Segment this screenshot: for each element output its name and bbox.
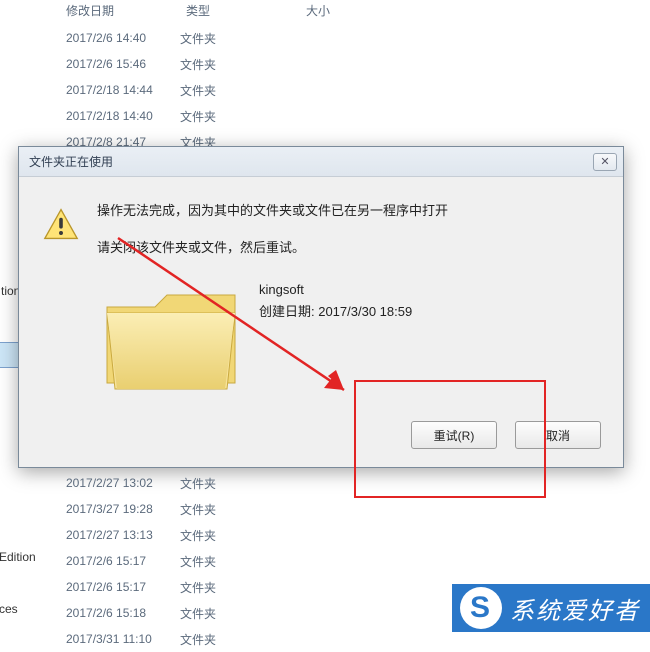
col-size-header[interactable]: 大小 xyxy=(300,0,400,21)
retry-button[interactable]: 重试(R) xyxy=(411,421,497,449)
cancel-button[interactable]: 取消 xyxy=(515,421,601,449)
table-row[interactable]: 2017/2/6 14:40 文件夹 xyxy=(0,25,650,51)
col-type-header[interactable]: 类型 xyxy=(180,0,300,21)
cell-type: 文件夹 xyxy=(180,631,300,648)
cell-type: 文件夹 xyxy=(180,30,300,47)
dialog-folder-meta: kingsoft 创建日期: 2017/3/30 18:59 xyxy=(259,277,412,401)
file-list: 修改日期 类型 大小 2017/2/6 14:40 文件夹 2017/2/6 1… xyxy=(0,0,650,155)
cell-type: 文件夹 xyxy=(180,82,300,99)
table-row[interactable]: 2017/2/6 15:17 文件夹 xyxy=(0,574,300,600)
sidebar-item[interactable]: ces xyxy=(0,598,38,624)
dialog-titlebar[interactable]: 文件夹正在使用 ✕ xyxy=(19,147,623,177)
dialog-message-line1: 操作无法完成，因为其中的文件夹或文件已在另一程序中打开 xyxy=(97,201,603,222)
close-button[interactable]: ✕ xyxy=(593,153,617,171)
file-list-lower: 2017/2/27 13:02 文件夹 2017/3/27 19:28 文件夹 … xyxy=(0,470,300,652)
cell-type: 文件夹 xyxy=(180,475,300,492)
table-row[interactable]: 2017/2/27 13:02 文件夹 xyxy=(0,470,300,496)
cell-date: 2017/2/6 14:40 xyxy=(0,31,180,45)
sidebar-fragment-lower: Edition ces xyxy=(0,486,38,624)
watermark: S 系统爱好者 xyxy=(452,584,650,632)
table-row[interactable]: 2017/2/6 15:46 文件夹 xyxy=(0,51,650,77)
folder-name: kingsoft xyxy=(259,279,412,301)
cell-date: 2017/2/6 15:46 xyxy=(0,57,180,71)
sidebar-item[interactable]: Edition xyxy=(0,546,38,572)
warning-icon xyxy=(43,207,79,241)
dialog-title: 文件夹正在使用 xyxy=(29,153,113,170)
folder-in-use-dialog: 文件夹正在使用 ✕ 操作无法完成，因为其中的文件夹或文件已在另一程序中打开 请关… xyxy=(18,146,624,468)
column-headers: 修改日期 类型 大小 xyxy=(0,0,650,25)
cell-date: 2017/2/18 14:40 xyxy=(0,109,180,123)
table-row[interactable]: 2017/3/31 11:10 文件夹 xyxy=(0,626,300,652)
col-date-header[interactable]: 修改日期 xyxy=(0,0,180,21)
cell-type: 文件夹 xyxy=(180,108,300,125)
watermark-logo-icon: S xyxy=(460,587,502,629)
table-row[interactable]: 2017/2/6 15:17 文件夹 xyxy=(0,548,300,574)
cell-type: 文件夹 xyxy=(180,501,300,518)
folder-created-date: 创建日期: 2017/3/30 18:59 xyxy=(259,301,412,323)
cell-type: 文件夹 xyxy=(180,553,300,570)
cell-date: 2017/2/18 14:44 xyxy=(0,83,180,97)
dialog-buttons: 重试(R) 取消 xyxy=(411,421,601,449)
dialog-folder-block: kingsoft 创建日期: 2017/3/30 18:59 xyxy=(97,277,603,401)
watermark-text: 系统爱好者 xyxy=(510,591,640,626)
close-icon: ✕ xyxy=(600,155,609,168)
cell-type: 文件夹 xyxy=(180,605,300,622)
table-row[interactable]: 2017/3/27 19:28 文件夹 xyxy=(0,496,300,522)
cell-date: 2017/3/31 11:10 xyxy=(0,632,180,646)
dialog-message: 操作无法完成，因为其中的文件夹或文件已在另一程序中打开 请关闭该文件夹或文件，然… xyxy=(97,201,603,259)
table-row[interactable]: 2017/2/27 13:13 文件夹 xyxy=(0,522,300,548)
table-row[interactable]: 2017/2/6 15:18 文件夹 xyxy=(0,600,300,626)
table-row[interactable]: 2017/2/18 14:44 文件夹 xyxy=(0,77,650,103)
cell-type: 文件夹 xyxy=(180,579,300,596)
table-row[interactable]: 2017/2/18 14:40 文件夹 xyxy=(0,103,650,129)
folder-icon xyxy=(97,277,245,401)
dialog-message-line2: 请关闭该文件夹或文件，然后重试。 xyxy=(97,238,603,259)
dialog-body: 操作无法完成，因为其中的文件夹或文件已在另一程序中打开 请关闭该文件夹或文件，然… xyxy=(19,177,623,467)
cell-type: 文件夹 xyxy=(180,56,300,73)
cell-type: 文件夹 xyxy=(180,527,300,544)
